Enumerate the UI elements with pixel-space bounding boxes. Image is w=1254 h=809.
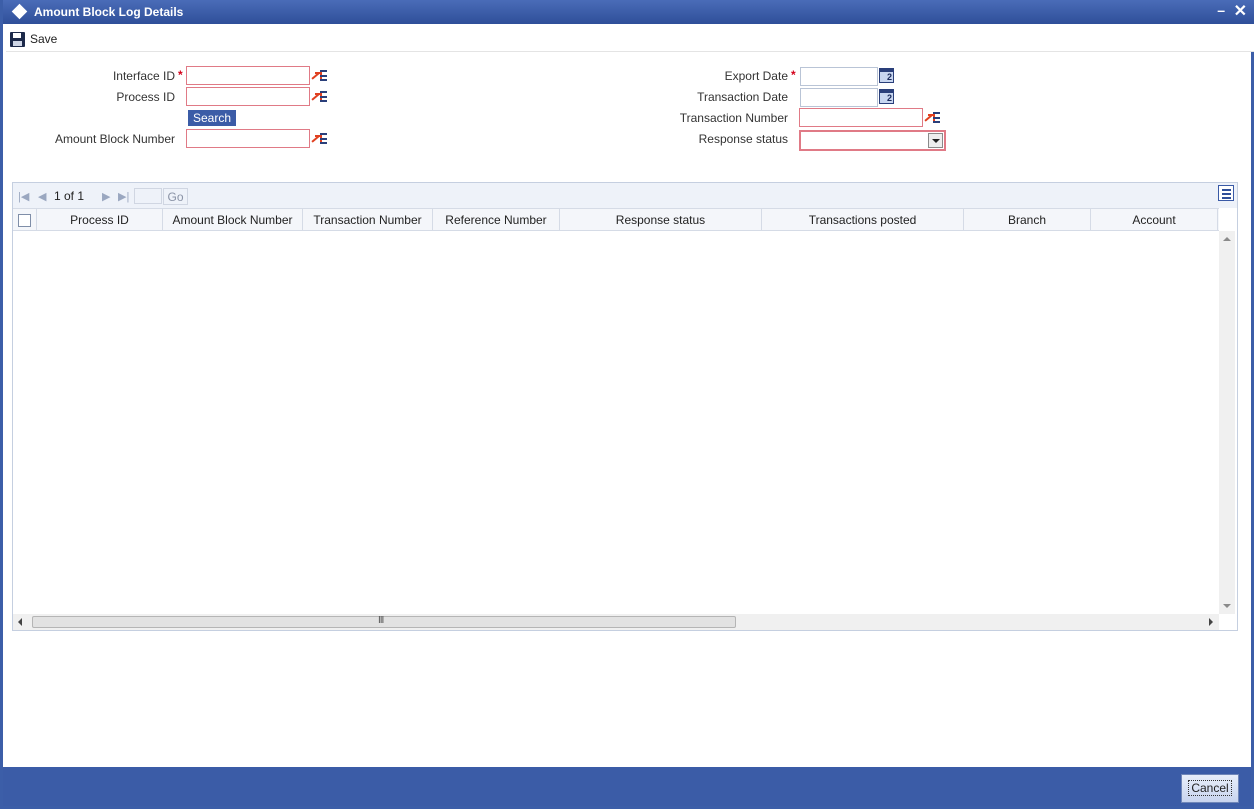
process-id-lov-icon[interactable]	[311, 89, 327, 104]
column-header[interactable]: Reference Number	[433, 209, 560, 231]
scroll-up-icon[interactable]	[1223, 237, 1231, 241]
interface-id-input[interactable]	[186, 66, 310, 85]
go-button[interactable]: Go	[163, 188, 188, 205]
transaction-number-label: Transaction Number	[679, 111, 788, 125]
save-label: Save	[30, 32, 58, 46]
cancel-button[interactable]: Cancel	[1181, 774, 1239, 803]
chevron-down-icon[interactable]	[928, 133, 943, 148]
interface-id-lov-icon[interactable]	[311, 68, 327, 83]
transaction-number-lov-icon[interactable]	[924, 110, 940, 125]
first-page-icon[interactable]: |◀	[18, 190, 29, 203]
horizontal-scrollbar[interactable]: III	[13, 614, 1219, 630]
grid-header: Process ID Amount Block Number Transacti…	[13, 208, 1219, 231]
page-indicator: 1 of 1	[54, 189, 85, 203]
cancel-label: Cancel	[1188, 780, 1232, 796]
column-header[interactable]: Transactions posted	[762, 209, 964, 231]
interface-id-required-mark: *	[178, 68, 183, 82]
process-id-label: Process ID	[116, 90, 175, 104]
save-button[interactable]: Save	[10, 30, 57, 48]
amount-block-number-label: Amount Block Number	[54, 132, 175, 146]
column-menu-icon[interactable]	[1218, 185, 1234, 201]
horizontal-scroll-thumb[interactable]: III	[32, 615, 736, 628]
toolbar: Save	[6, 24, 1254, 52]
save-icon	[10, 31, 25, 47]
last-page-icon[interactable]: ▶|	[118, 190, 129, 203]
prev-page-icon[interactable]: ◀	[38, 190, 46, 203]
column-header[interactable]: Process ID	[37, 209, 163, 231]
export-date-input[interactable]	[800, 67, 878, 86]
export-date-calendar-icon[interactable]: 2	[879, 68, 894, 83]
results-grid: |◀ ◀ 1 of 1 ▶ ▶| Go Process ID Amount Bl…	[12, 182, 1238, 631]
scroll-right-icon[interactable]	[1209, 618, 1213, 626]
vertical-scrollbar[interactable]	[1219, 231, 1235, 614]
transaction-date-label: Transaction Date	[697, 90, 788, 104]
export-date-label: Export Date	[724, 69, 788, 83]
grid-pager: |◀ ◀ 1 of 1 ▶ ▶| Go	[13, 183, 1237, 208]
response-status-select[interactable]	[799, 130, 946, 151]
column-header[interactable]: Branch	[964, 209, 1091, 231]
scroll-left-icon[interactable]	[18, 618, 22, 626]
column-header[interactable]: Transaction Number	[303, 209, 433, 231]
amount-block-number-lov-icon[interactable]	[311, 131, 327, 146]
column-header[interactable]: Account	[1091, 209, 1218, 231]
transaction-date-calendar-icon[interactable]: 2	[879, 89, 894, 104]
scroll-down-icon[interactable]	[1223, 604, 1231, 608]
interface-id-label: Interface ID	[112, 69, 175, 83]
footer-bar: Cancel	[3, 767, 1251, 806]
close-icon[interactable]: ✕	[1234, 1, 1247, 21]
transaction-date-input[interactable]	[800, 88, 878, 107]
grid-body	[13, 231, 1219, 614]
amount-block-number-input[interactable]	[186, 129, 310, 148]
transaction-number-input[interactable]	[799, 108, 923, 127]
page-number-input[interactable]	[134, 188, 162, 204]
minimize-icon[interactable]: –	[1217, 2, 1225, 18]
amount-block-log-window: Amount Block Log Details – ✕ Save Interf…	[0, 0, 1254, 809]
window-diamond-icon	[11, 3, 28, 20]
column-header[interactable]: Response status	[560, 209, 762, 231]
search-button[interactable]: Search	[188, 110, 236, 126]
title-bar: Amount Block Log Details – ✕	[3, 0, 1254, 24]
response-status-label: Response status	[698, 132, 788, 146]
window-title: Amount Block Log Details	[34, 5, 184, 19]
next-page-icon[interactable]: ▶	[102, 190, 110, 203]
select-all-checkbox[interactable]	[18, 214, 31, 227]
column-header[interactable]: Amount Block Number	[163, 209, 303, 231]
process-id-input[interactable]	[186, 87, 310, 106]
select-all-cell	[13, 209, 37, 231]
export-date-required-mark: *	[791, 68, 796, 82]
